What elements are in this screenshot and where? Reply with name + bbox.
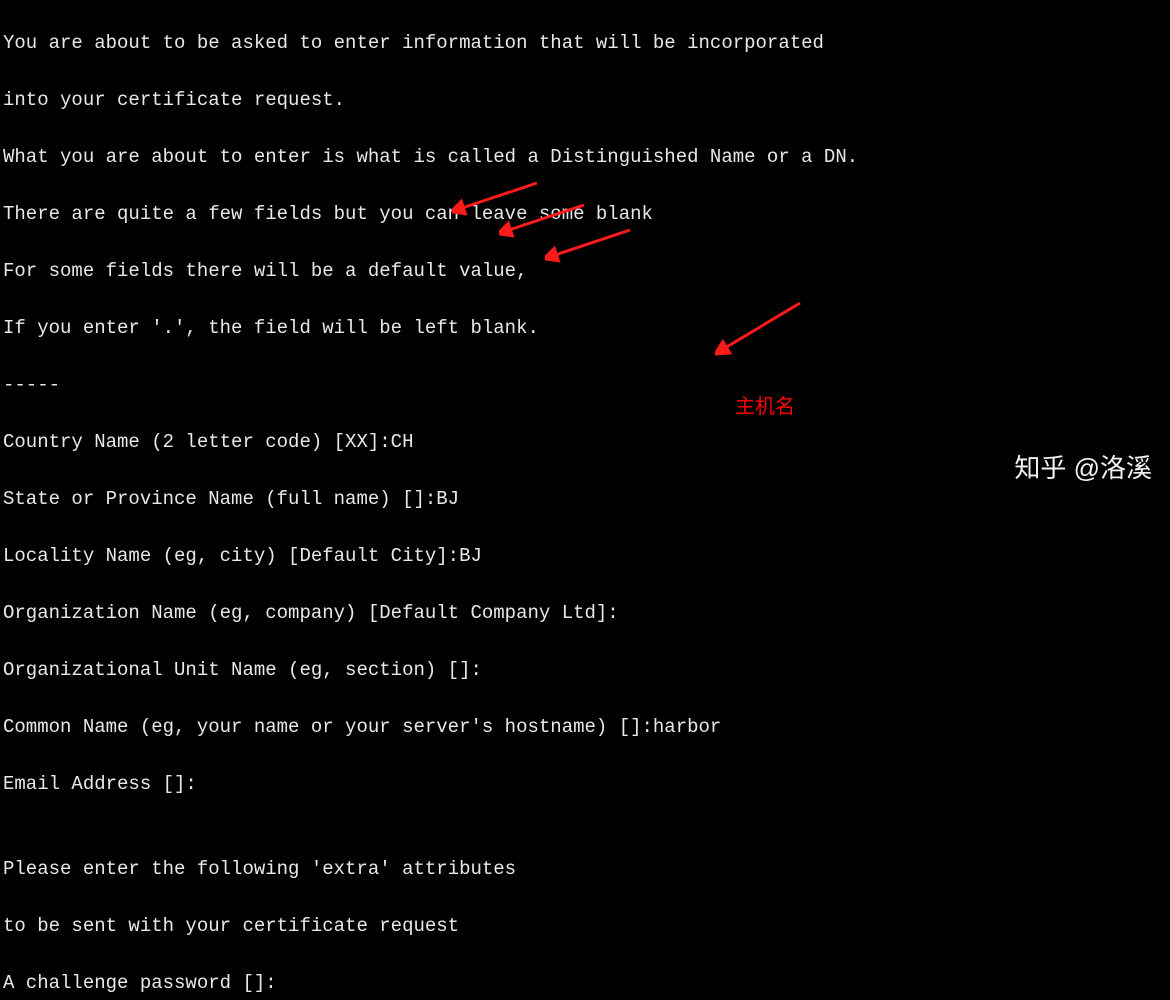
- output-line: -----: [3, 371, 1170, 400]
- output-line: If you enter '.', the field will be left…: [3, 314, 1170, 343]
- output-line: You are about to be asked to enter infor…: [3, 29, 1170, 58]
- prompt-locality: Locality Name (eg, city) [Default City]:…: [3, 542, 1170, 571]
- prompt-organization: Organization Name (eg, company) [Default…: [3, 599, 1170, 628]
- output-line: Please enter the following 'extra' attri…: [3, 855, 1170, 884]
- prompt-country: Country Name (2 letter code) [XX]:CH: [3, 428, 1170, 457]
- output-line: There are quite a few fields but you can…: [3, 200, 1170, 229]
- output-line: For some fields there will be a default …: [3, 257, 1170, 286]
- output-line: to be sent with your certificate request: [3, 912, 1170, 941]
- output-line: What you are about to enter is what is c…: [3, 143, 1170, 172]
- prompt-state: State or Province Name (full name) []:BJ: [3, 485, 1170, 514]
- prompt-email: Email Address []:: [3, 770, 1170, 799]
- terminal-output: You are about to be asked to enter infor…: [3, 0, 1170, 1000]
- prompt-challenge-password: A challenge password []:: [3, 969, 1170, 998]
- prompt-common-name: Common Name (eg, your name or your serve…: [3, 713, 1170, 742]
- output-line: into your certificate request.: [3, 86, 1170, 115]
- prompt-org-unit: Organizational Unit Name (eg, section) […: [3, 656, 1170, 685]
